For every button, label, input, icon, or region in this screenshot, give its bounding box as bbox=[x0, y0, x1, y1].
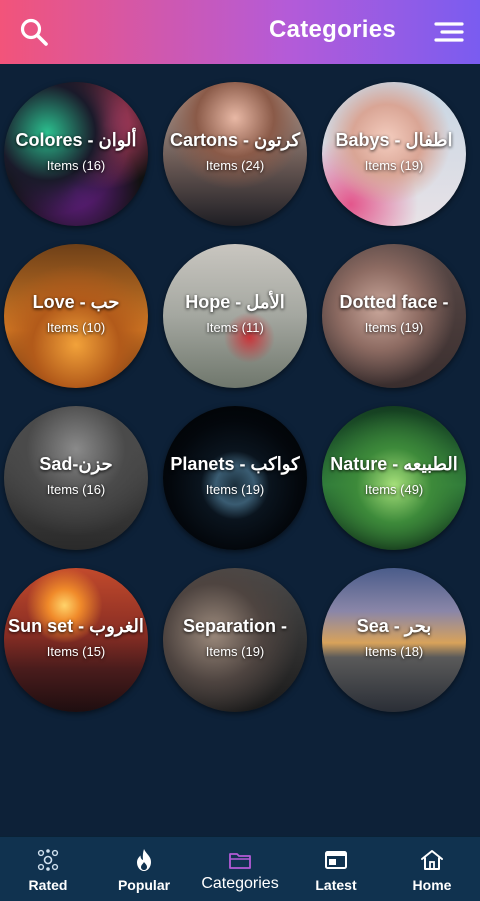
category-tile-sad[interactable]: Sad-حزن Items (16) bbox=[4, 406, 148, 550]
category-tile-love[interactable]: Love - حب Items (10) bbox=[4, 244, 148, 388]
app-header: Categories bbox=[0, 0, 480, 64]
category-name: Babys - اطفال bbox=[335, 130, 453, 150]
category-name: Nature - الطبيعه bbox=[330, 454, 458, 474]
category-tile-cartons[interactable]: Cartons - كرتون Items (24) bbox=[163, 82, 307, 226]
nav-item-home[interactable]: Home bbox=[384, 837, 480, 901]
category-tile-separation[interactable]: Separation - Items (19) bbox=[163, 568, 307, 712]
category-tile-planets[interactable]: Planets - كواكب Items (19) bbox=[163, 406, 307, 550]
nav-label: Home bbox=[412, 877, 452, 893]
category-count: Items (19) bbox=[205, 482, 265, 497]
category-count: Items (16) bbox=[46, 158, 106, 173]
category-name: Sea - بحر bbox=[356, 616, 432, 636]
category-name: Colores - ألوان bbox=[15, 130, 137, 150]
category-count: Items (11) bbox=[206, 320, 264, 335]
category-tile-dotted-face[interactable]: Dotted face - Items (19) bbox=[322, 244, 466, 388]
category-tile-sunset[interactable]: Sun set - الغروب Items (15) bbox=[4, 568, 148, 712]
category-tile-babys[interactable]: Babys - اطفال Items (19) bbox=[322, 82, 466, 226]
search-icon[interactable] bbox=[18, 16, 50, 48]
category-name: Separation - bbox=[182, 616, 288, 636]
nav-item-popular[interactable]: Popular bbox=[96, 837, 192, 901]
category-tile-colores[interactable]: Colores - ألوان Items (16) bbox=[4, 82, 148, 226]
category-count: Items (49) bbox=[364, 482, 424, 497]
folder-icon bbox=[229, 853, 251, 869]
nav-item-rated[interactable]: Rated bbox=[0, 837, 96, 901]
category-count: Items (19) bbox=[364, 158, 424, 173]
category-count: Items (19) bbox=[364, 320, 424, 335]
home-icon bbox=[421, 850, 443, 870]
category-tile-nature[interactable]: Nature - الطبيعه Items (49) bbox=[322, 406, 466, 550]
category-count: Items (19) bbox=[205, 644, 265, 659]
category-name: Love - حب bbox=[32, 292, 120, 312]
nav-label: Rated bbox=[28, 877, 68, 893]
category-grid: Colores - ألوان Items (16) Cartons - كرت… bbox=[0, 64, 480, 836]
category-count: Items (18) bbox=[364, 644, 424, 659]
bottom-nav: Rated Popular Categories Latest Home bbox=[0, 836, 480, 901]
category-name: Dotted face - bbox=[339, 292, 449, 312]
flame-icon bbox=[137, 849, 151, 871]
category-name: Hope - الأمل bbox=[185, 292, 285, 312]
category-count: Items (24) bbox=[205, 158, 265, 173]
rated-icon bbox=[37, 849, 59, 871]
category-name: Sun set - الغروب bbox=[8, 616, 144, 636]
nav-label: Latest bbox=[315, 877, 357, 893]
latest-icon bbox=[325, 851, 347, 869]
category-tile-sea[interactable]: Sea - بحر Items (18) bbox=[322, 568, 466, 712]
category-count: Items (16) bbox=[46, 482, 106, 497]
category-count: Items (10) bbox=[46, 320, 106, 335]
nav-label: Popular bbox=[117, 877, 171, 893]
category-count: Items (15) bbox=[46, 644, 106, 659]
category-name: Sad-حزن bbox=[39, 454, 113, 474]
page-title: Categories bbox=[268, 16, 396, 43]
nav-item-latest[interactable]: Latest bbox=[288, 837, 384, 901]
category-tile-hope[interactable]: Hope - الأمل Items (11) bbox=[163, 244, 307, 388]
category-name: Cartons - كرتون bbox=[169, 130, 301, 150]
nav-item-categories[interactable]: Categories bbox=[192, 837, 288, 901]
nav-label: Categories bbox=[201, 875, 279, 892]
category-name: Planets - كواكب bbox=[170, 454, 300, 474]
menu-icon[interactable] bbox=[432, 18, 464, 46]
